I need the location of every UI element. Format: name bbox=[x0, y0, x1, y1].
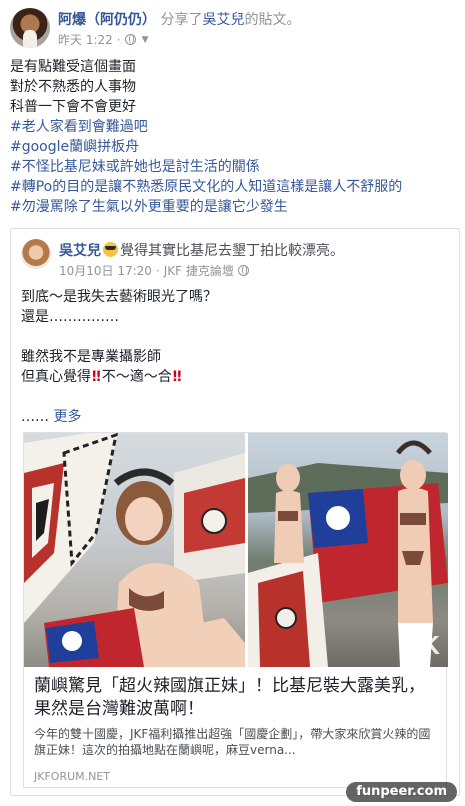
hashtag-link[interactable]: #勿漫罵除了生氣以外更重要的是讓它少發生 bbox=[10, 197, 460, 217]
shared-line: 但真心覺得‼ 不～適～合‼ bbox=[21, 369, 182, 385]
facebook-post: 阿爆（阿仍仍） 分享了吳艾兒的貼文。 昨天 1:22 · ▼ 是有點難受這個畫面… bbox=[0, 0, 465, 806]
globe-icon bbox=[237, 265, 249, 276]
link-description: 今年的雙十國慶，JKF福利攝推出超強「國慶企劃」，帶大家來欣賞火辣的國旗正妹！這… bbox=[34, 727, 431, 757]
shared-line: 還是…………… bbox=[21, 309, 119, 325]
shared-line: 到底～是我失去藝術眼光了嗎？ bbox=[21, 289, 217, 305]
photo-watermark-jk: JK bbox=[406, 630, 440, 660]
hashtag-link[interactable]: #不怪比基尼妹或許她也是討生活的關係 bbox=[10, 157, 460, 177]
post-meta: 昨天 1:22 · ▼ bbox=[58, 31, 149, 48]
hashtag-link[interactable]: #google蘭嶼拼板舟 bbox=[10, 137, 460, 157]
see-more-link[interactable]: 更多 bbox=[53, 409, 81, 425]
author-avatar[interactable] bbox=[10, 8, 50, 48]
hashtag-link[interactable]: #轉Po的目的是讓不熟悉原民文化的人知道這樣是讓人不舒服的 bbox=[10, 177, 460, 197]
author-name-link[interactable]: 阿爆（阿仍仍） bbox=[58, 12, 156, 28]
post-line: 科普一下會不會更好 bbox=[10, 99, 136, 115]
canoe-model-photo bbox=[24, 433, 245, 667]
share-action-suffix: 的貼文。 bbox=[244, 12, 301, 28]
site-watermark: funpeer.com bbox=[346, 782, 457, 802]
post-line: 是有點難受這個畫面 bbox=[10, 59, 136, 75]
shared-line: 雖然我不是專業攝影師 bbox=[21, 349, 161, 365]
shared-post-card: 吳艾兒 覺得其實比基尼去墾丁拍比較漂亮。 10月10日 17:20 · JKF 捷… bbox=[10, 228, 460, 796]
shared-author-link[interactable]: 吳艾兒 bbox=[202, 12, 244, 28]
shared-feeling-text: 覺得其實比基尼去墾丁拍比較漂亮。 bbox=[120, 243, 344, 259]
post-header-line: 阿爆（阿仍仍） 分享了吳艾兒的貼文。 bbox=[58, 9, 300, 29]
post-line: 對於不熟悉的人事物 bbox=[10, 79, 136, 95]
shared-post-date[interactable]: 10月10日 17:20 bbox=[59, 262, 152, 279]
post-body: 是有點難受這個畫面 對於不熟悉的人事物 科普一下會不會更好 #老人家看到會難過吧… bbox=[10, 57, 460, 217]
shared-author-avatar[interactable] bbox=[21, 239, 51, 269]
link-title[interactable]: 蘭嶼驚見「超火辣國旗正妹」！比基尼裝大露美乳，果然是台灣難波萬啊！ bbox=[34, 675, 438, 721]
shared-post-header: 吳艾兒 覺得其實比基尼去墾丁拍比較漂亮。 bbox=[59, 240, 344, 260]
double-exclamation-icon: ‼ bbox=[172, 369, 182, 385]
post-timestamp[interactable]: 昨天 1:22 bbox=[58, 31, 113, 48]
double-exclamation-icon: ‼ bbox=[92, 369, 101, 385]
hashtag-link[interactable]: #老人家看到會難過吧 bbox=[10, 117, 460, 137]
sunglasses-emoji-icon bbox=[103, 242, 118, 257]
see-more-line: …… 更多 bbox=[21, 409, 82, 425]
link-preview[interactable]: JK 蘭嶼驚見「超火辣國旗正妹」！比基尼裝大露美乳，果然是台灣難波萬啊！ 今年的… bbox=[23, 432, 448, 788]
link-domain: JKFORUM.NET bbox=[34, 770, 111, 783]
shared-post-meta: 10月10日 17:20 · JKF 捷克論壇 bbox=[59, 262, 249, 279]
link-preview-photo-right[interactable]: JK bbox=[248, 433, 448, 667]
globe-icon[interactable] bbox=[124, 34, 136, 45]
shared-group-link[interactable]: JKF 捷克論壇 bbox=[164, 262, 234, 279]
share-action-prefix: 分享了 bbox=[160, 12, 203, 28]
shared-author-name-link[interactable]: 吳艾兒 bbox=[59, 243, 101, 259]
shared-post-body: 到底～是我失去藝術眼光了嗎？ 還是…………… 雖然我不是專業攝影師 但真心覺得‼… bbox=[21, 287, 451, 427]
chevron-down-icon[interactable]: ▼ bbox=[142, 35, 149, 45]
link-preview-photo-left[interactable] bbox=[24, 433, 245, 667]
